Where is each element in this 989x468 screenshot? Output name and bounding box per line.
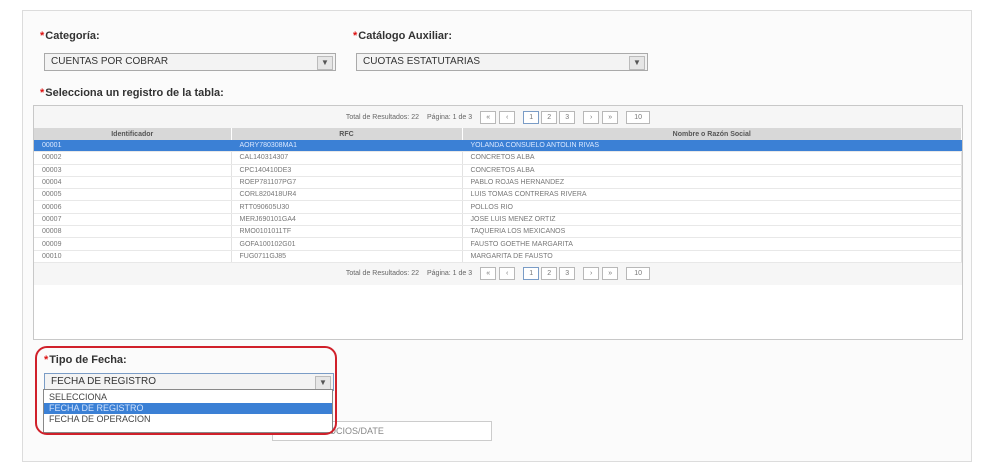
catalogo-select[interactable]: CUOTAS ESTATUTARIAS ▼ — [356, 53, 648, 71]
table-row[interactable]: 00007 MERJ690101GA4 JOSE LUIS MENEZ ORTIZ — [34, 213, 962, 227]
table-row[interactable]: 00004 ROEP781107PG7 PABLO ROJAS HERNANDEZ — [34, 176, 962, 190]
prev-page-button[interactable]: ‹ — [499, 110, 516, 124]
tabla-label: *Selecciona un registro de la tabla: — [40, 87, 224, 99]
records-grid: Total de Resultados: 22 Página: 1 de 3 «… — [33, 105, 963, 340]
fecha-dropdown-list: SELECCIONA FECHA DE REGISTRO FECHA DE OP… — [43, 389, 333, 433]
pager-bottom: Total de Resultados: 22 Página: 1 de 3 «… — [34, 262, 962, 285]
page-size-select[interactable]: 10 — [626, 267, 651, 281]
last-page-button[interactable]: » — [602, 267, 619, 281]
total-results: Total de Resultados: 22 — [345, 113, 419, 121]
page-1-button[interactable]: 1 — [523, 110, 540, 124]
page-2-button[interactable]: 2 — [541, 267, 558, 281]
column-header-rfc[interactable]: RFC — [231, 128, 463, 140]
catalogo-select-value: CUOTAS ESTATUTARIAS — [363, 56, 481, 67]
first-page-button[interactable]: « — [480, 267, 497, 281]
last-page-button[interactable]: » — [602, 110, 619, 124]
fecha-option-selecciona[interactable]: SELECCIONA — [44, 392, 332, 403]
table-row[interactable]: 00006 RTT090605U30 POLLOS RIO — [34, 200, 962, 214]
page-indicator: Página: 1 de 3 — [427, 113, 473, 121]
page-3-button[interactable]: 3 — [559, 267, 576, 281]
table-row[interactable]: 00001 AORY780308MA1 YOLANDA CONSUELO ANTOL… — [34, 140, 962, 153]
prev-page-button[interactable]: ‹ — [499, 267, 516, 281]
fecha-label: *Tipo de Fecha: — [44, 354, 127, 366]
fecha-select-value: FECHA DE REGISTRO — [51, 376, 157, 387]
categoria-label: *Categoría: — [40, 30, 100, 42]
fecha-option-registro[interactable]: FECHA DE REGISTRO — [44, 403, 332, 414]
table-row[interactable]: 00009 GOFA100102G01 FAUSTO GOETHE MARGARIT… — [34, 237, 962, 251]
first-page-button[interactable]: « — [480, 110, 497, 124]
categoria-select[interactable]: CUENTAS POR COBRAR ▼ — [44, 53, 336, 71]
total-results: Total de Resultados: 22 — [345, 270, 419, 278]
pager-top: Total de Resultados: 22 Página: 1 de 3 «… — [34, 106, 962, 128]
page-3-button[interactable]: 3 — [559, 110, 576, 124]
page-size-select[interactable]: 10 — [626, 110, 651, 124]
next-page-button[interactable]: › — [583, 267, 600, 281]
fecha-option-operacion[interactable]: FECHA DE OPERACION — [44, 414, 332, 425]
records-table: Identificador RFC Nombre o Razón Social … — [34, 128, 962, 263]
categoria-select-value: CUENTAS POR COBRAR — [51, 56, 169, 67]
column-header-identificador[interactable]: Identificador — [34, 128, 232, 140]
table-row[interactable]: 00005 CORL820418UR4 LUIS TOMAS CONTRERAS R… — [34, 188, 962, 202]
chevron-down-icon[interactable]: ▼ — [315, 376, 331, 390]
table-row[interactable]: 00003 CPC140410DE3 CONCRETOS ALBA — [34, 164, 962, 177]
table-row[interactable]: 00010 FUG0711GJ85 MARGARITA DE FAUSTO — [34, 250, 962, 263]
chevron-down-icon[interactable]: ▼ — [629, 56, 645, 70]
table-row[interactable]: 00008 RMO0101011TF TAQUERIA LOS MEXICANOS — [34, 225, 962, 239]
page-1-button[interactable]: 1 — [523, 267, 540, 281]
page-indicator: Página: 1 de 3 — [427, 270, 473, 278]
chevron-down-icon[interactable]: ▼ — [317, 56, 333, 70]
next-page-button[interactable]: › — [583, 110, 600, 124]
page-2-button[interactable]: 2 — [541, 110, 558, 124]
catalogo-label: *Catálogo Auxiliar: — [353, 30, 452, 42]
column-header-nombre[interactable]: Nombre o Razón Social — [462, 128, 962, 140]
table-row[interactable]: 00002 CAL140314307 CONCRETOS ALBA — [34, 151, 962, 165]
